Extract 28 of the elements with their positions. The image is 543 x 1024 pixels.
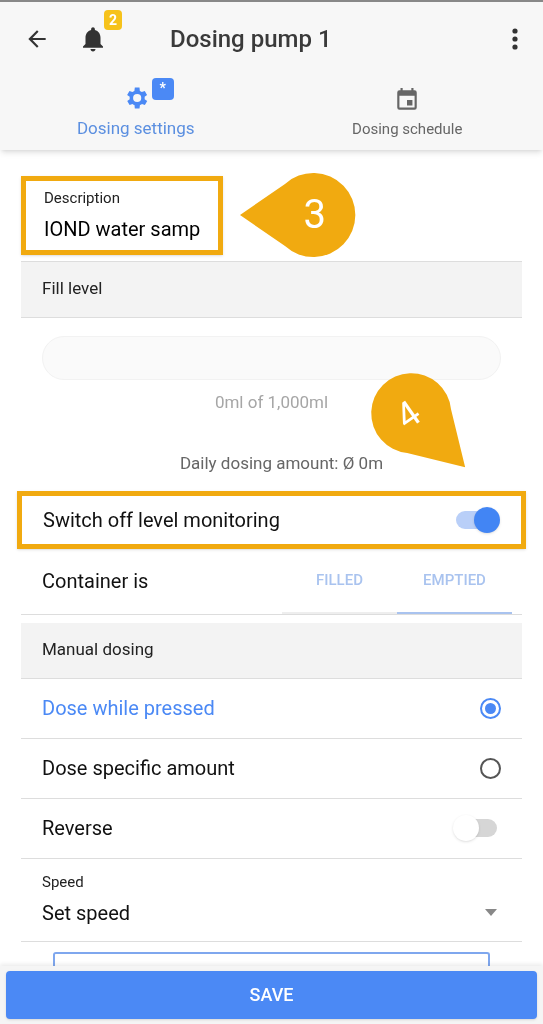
save-button[interactable]: SAVE [6, 970, 537, 1019]
field-value: IOND water samp [44, 215, 201, 243]
daily-dosing-amount: Daily dosing amount: Ø 0m [179, 452, 384, 475]
field-label: Description [44, 188, 121, 209]
field-value: Set speed [42, 899, 131, 927]
tab-badge: * [151, 78, 174, 101]
screen-title: Dosing pump 1 [170, 24, 332, 55]
tab[interactable]: * Dosing settings [0, 76, 272, 150]
tab[interactable]: Dosing schedule [271, 76, 543, 150]
section-header: Manual dosing [21, 622, 522, 679]
dropdown-caret-icon [485, 909, 497, 917]
section-header: Fill level [21, 261, 522, 318]
row-label: Container is [42, 568, 149, 595]
segment-tab[interactable]: EMPTIED [397, 548, 512, 614]
radio-button[interactable] [480, 757, 501, 779]
row-label: Switch off level monitoring [43, 506, 280, 534]
notification-badge: 2 [104, 10, 123, 30]
radio-option[interactable]: Dose specific amount [21, 738, 522, 799]
radio-option[interactable]: Dose while pressed [21, 678, 522, 739]
callout-marker: 3 [240, 170, 356, 260]
row-label: Reverse [42, 815, 113, 842]
description-field[interactable]: Description IOND water samp [21, 176, 224, 255]
field-label: Speed [42, 872, 85, 894]
speed-dropdown[interactable]: Speed Set speed [21, 858, 522, 942]
radio-button[interactable] [480, 697, 501, 719]
fill-level-reading: 0ml of 1,000ml [214, 390, 329, 414]
segment-tab[interactable]: FILLED [282, 548, 397, 614]
more-options-icon[interactable] [511, 27, 519, 51]
